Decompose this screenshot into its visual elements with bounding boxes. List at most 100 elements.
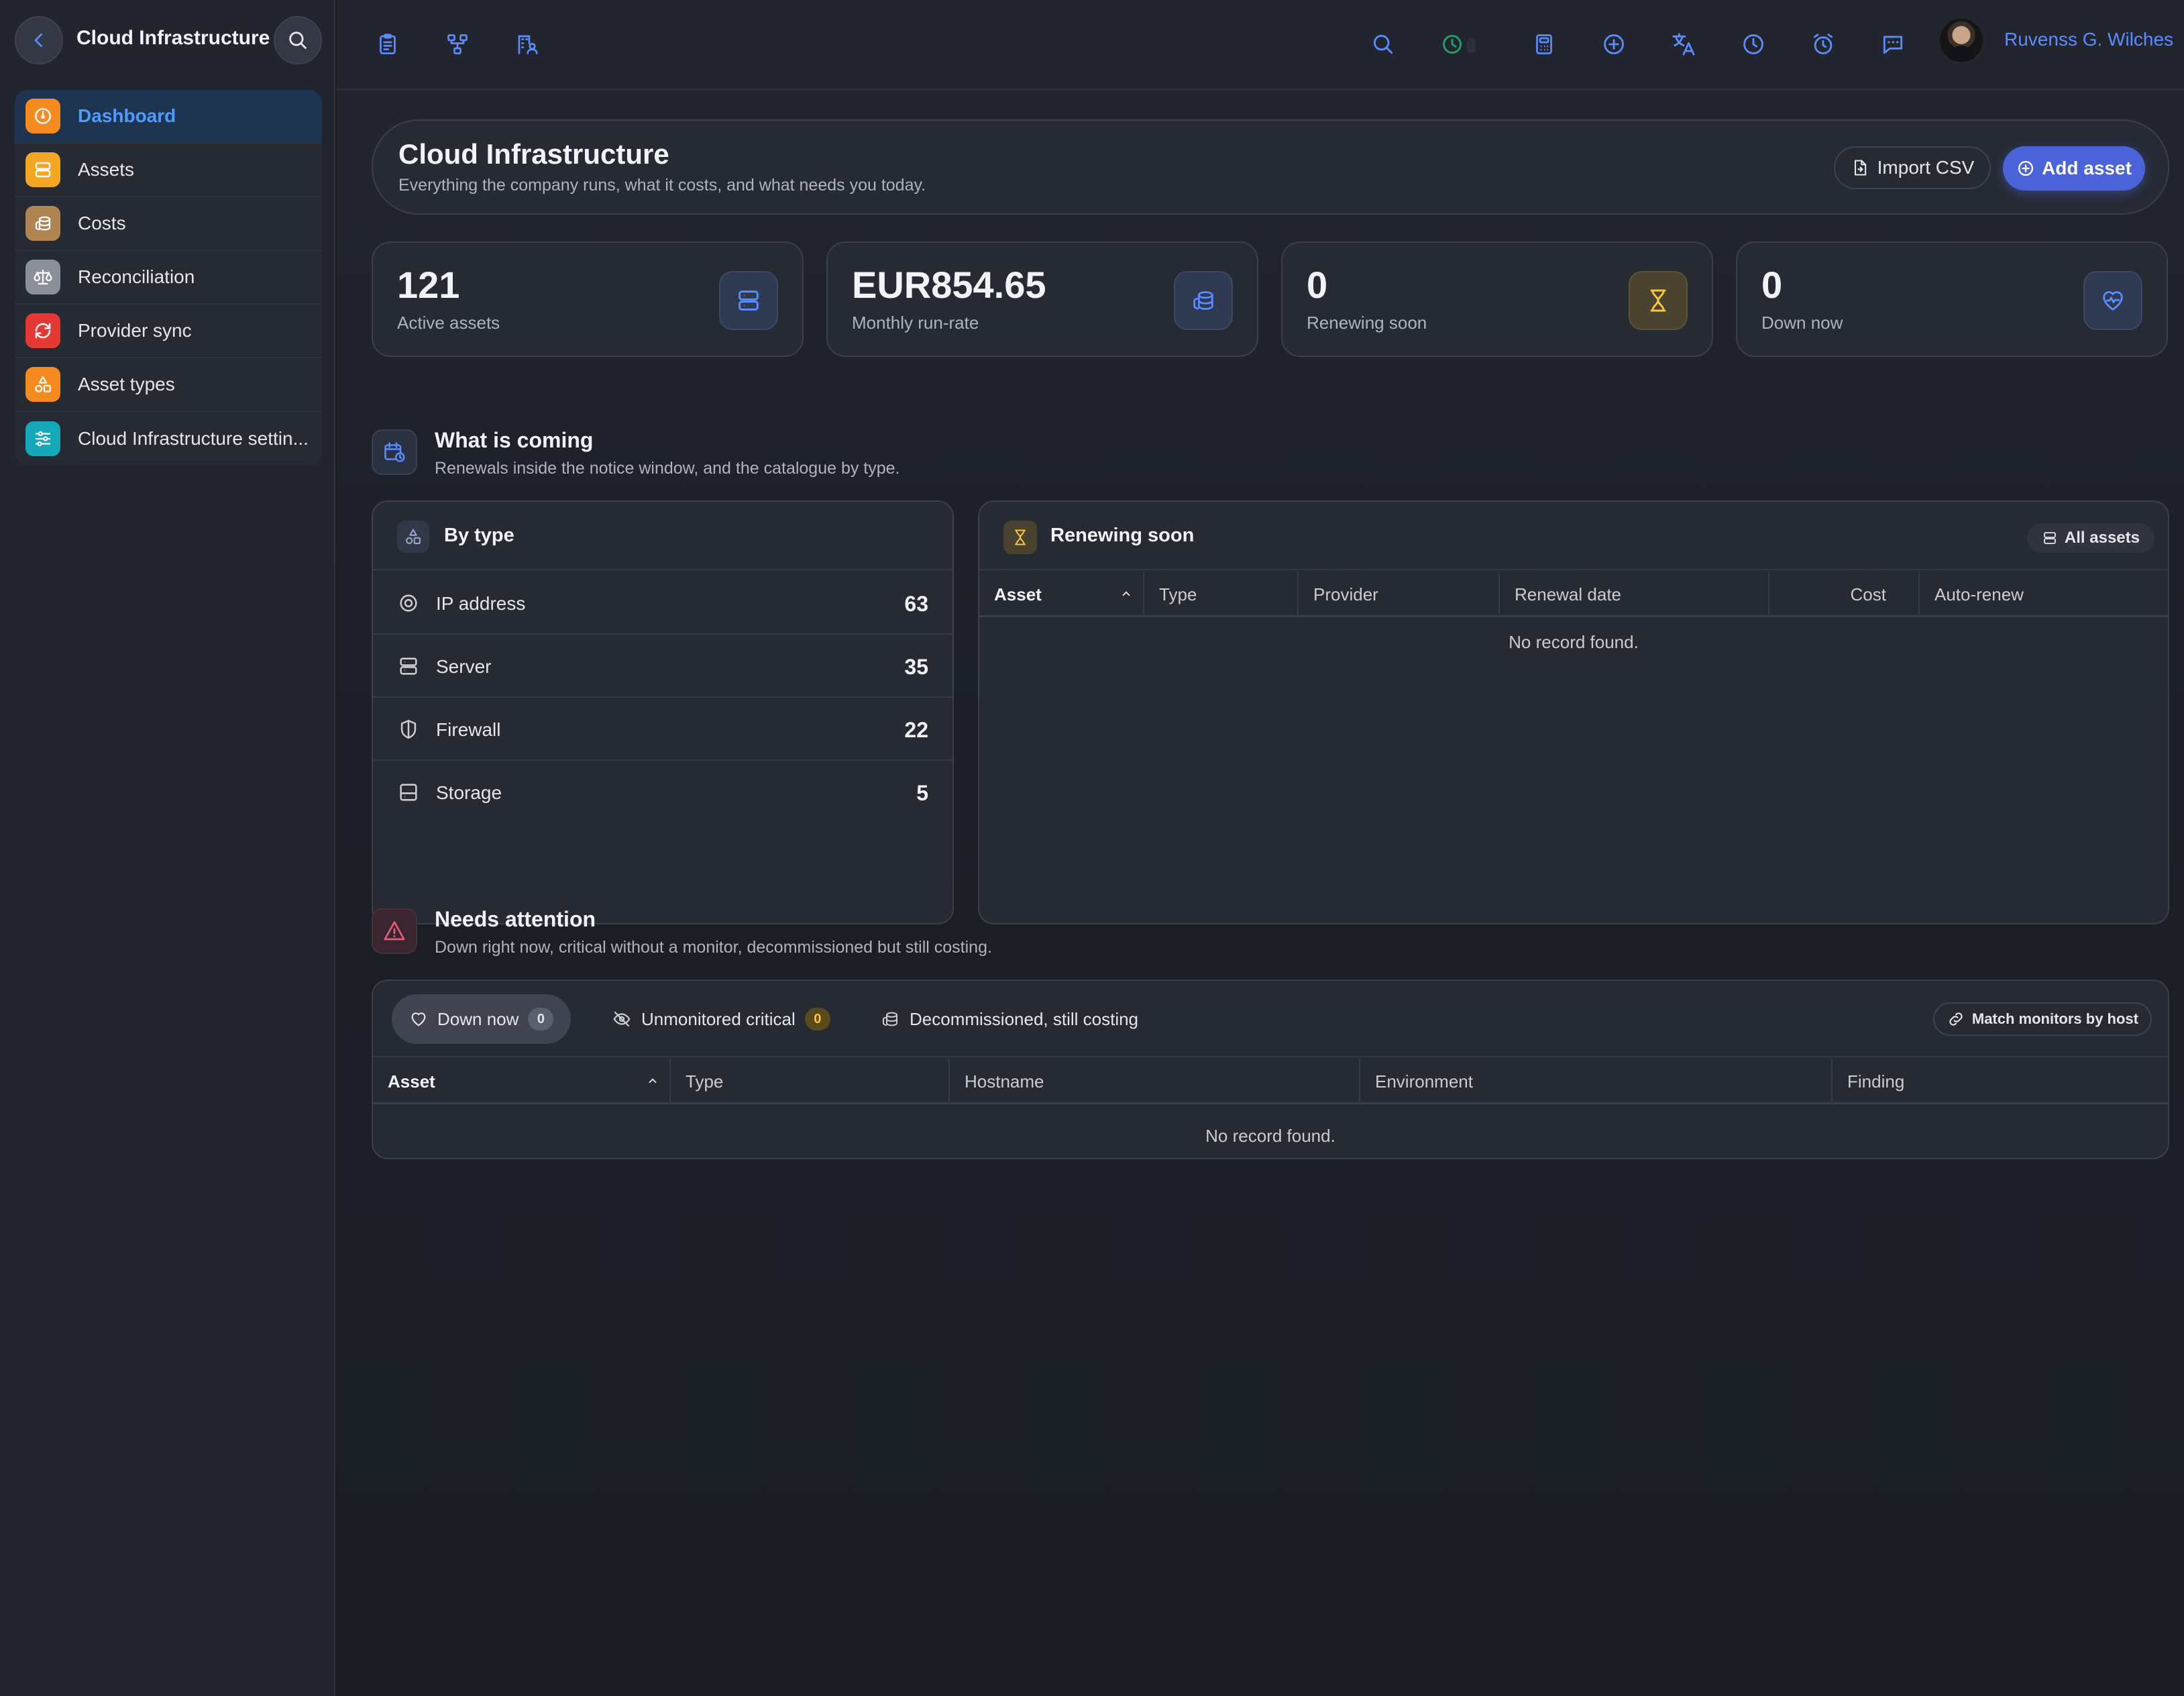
- storage-icon: [400, 784, 417, 801]
- server-icon: [400, 657, 417, 675]
- stat-value: 0: [1307, 264, 1328, 306]
- sidebar-item-assets[interactable]: Assets: [15, 144, 322, 197]
- needs-attention-card: Down now 0 Unmonitored critical 0 Decomm…: [372, 979, 2169, 1159]
- type-label: Firewall: [436, 719, 501, 740]
- stat-value: 121: [397, 264, 460, 306]
- type-count: 63: [904, 592, 928, 616]
- shield-icon: [400, 719, 417, 739]
- type-label: Storage: [436, 782, 502, 803]
- sidebar-item-label: Dashboard: [78, 105, 176, 126]
- sidebar-title: Cloud Infrastructure: [76, 27, 270, 49]
- sidebar-item-provider-sync[interactable]: Provider sync: [15, 305, 322, 358]
- renewing-soon-header: Renewing soon All assets: [979, 502, 2168, 570]
- sidebar-item-asset-types[interactable]: Asset types: [15, 358, 322, 412]
- link-icon: [1949, 1012, 1963, 1026]
- by-type-card: By type IP address 63 Server 35 Firewall…: [372, 500, 954, 924]
- translate-icon[interactable]: [1666, 27, 1701, 62]
- server-icon: [25, 152, 60, 187]
- column-header-asset[interactable]: Asset: [979, 572, 1144, 617]
- stat-label: Down now: [1761, 313, 1843, 333]
- column-header-auto-renew[interactable]: Auto-renew: [1920, 572, 2168, 617]
- sidebar-item-dashboard[interactable]: Dashboard: [15, 90, 322, 144]
- all-assets-button[interactable]: All assets: [2026, 523, 2154, 553]
- import-csv-button[interactable]: Import CSV: [1834, 146, 1991, 189]
- list-item[interactable]: Storage 5: [373, 761, 952, 824]
- type-count: 35: [904, 655, 928, 679]
- shapes-icon: [397, 521, 429, 553]
- section-subtitle: Down right now, critical without a monit…: [435, 938, 992, 957]
- section-title: Needs attention: [435, 907, 596, 931]
- column-header-finding[interactable]: Finding: [1833, 1059, 2168, 1104]
- tab-decommissioned[interactable]: Decommissioned, still costing: [863, 994, 1156, 1044]
- tab-label: Decommissioned, still costing: [910, 1008, 1139, 1029]
- column-header-renewal-date[interactable]: Renewal date: [1500, 572, 1769, 617]
- sidebar: Cloud Infrastructure Dashboard Assets Co…: [0, 0, 335, 1696]
- building-user-icon[interactable]: [510, 27, 545, 62]
- sliders-icon: [25, 421, 60, 456]
- by-type-header: By type: [373, 502, 952, 570]
- hierarchy-icon[interactable]: [440, 27, 475, 62]
- plus-circle-icon[interactable]: [1596, 27, 1631, 62]
- add-asset-label: Add asset: [2042, 158, 2132, 178]
- tab-unmonitored-critical[interactable]: Unmonitored critical 0: [594, 994, 848, 1044]
- main-content: Cloud Infrastructure Everything the comp…: [337, 90, 2184, 1696]
- clipboard-icon[interactable]: [370, 27, 405, 62]
- column-header-environment[interactable]: Environment: [1360, 1059, 1833, 1104]
- column-header-type[interactable]: Type: [671, 1059, 950, 1104]
- shapes-icon: [25, 367, 60, 402]
- column-label: Auto-renew: [1934, 584, 2024, 604]
- target-icon: [400, 594, 417, 612]
- match-monitors-button[interactable]: Match monitors by host: [1932, 1002, 2152, 1036]
- sidebar-menu: Dashboard Assets Costs Reconciliation Pr…: [15, 90, 322, 466]
- coins-icon: [1174, 271, 1233, 330]
- calendar-clock-icon: [372, 429, 417, 475]
- sidebar-item-reconciliation[interactable]: Reconciliation: [15, 251, 322, 305]
- stat-value: EUR854.65: [852, 264, 1046, 306]
- sidebar-item-label: Provider sync: [78, 320, 192, 341]
- tab-label: Down now: [437, 1008, 519, 1029]
- stat-card-active-assets: 121 Active assets: [372, 242, 804, 357]
- clock-icon[interactable]: [1736, 27, 1771, 62]
- sidebar-item-label: Costs: [78, 213, 126, 233]
- chat-icon[interactable]: [1875, 27, 1910, 62]
- scale-icon: [25, 260, 60, 295]
- list-item[interactable]: Server 35: [373, 635, 952, 698]
- warning-icon: [372, 908, 417, 954]
- calculator-icon[interactable]: [1527, 27, 1562, 62]
- timer-icon[interactable]: [1435, 27, 1496, 62]
- add-asset-button[interactable]: Add asset: [2003, 146, 2145, 191]
- tab-label: Unmonitored critical: [641, 1008, 796, 1029]
- stat-card-down-now: 0 Down now: [1736, 242, 2168, 357]
- column-label: Hostname: [965, 1071, 1044, 1092]
- type-count: 22: [904, 718, 928, 742]
- table-header: Asset Type Provider Renewal date Cost Au…: [979, 572, 2168, 617]
- sync-icon: [25, 313, 60, 348]
- sidebar-item-costs[interactable]: Costs: [15, 197, 322, 251]
- attention-tabs: Down now 0 Unmonitored critical 0 Decomm…: [373, 981, 2168, 1057]
- list-item[interactable]: Firewall 22: [373, 698, 952, 761]
- user-name[interactable]: Ruvenss G. Wilches: [2004, 29, 2173, 50]
- page-header: Cloud Infrastructure Everything the comp…: [372, 119, 2169, 215]
- tab-down-now[interactable]: Down now 0: [392, 994, 571, 1044]
- type-label: IP address: [436, 593, 526, 614]
- column-header-type[interactable]: Type: [1144, 572, 1299, 617]
- column-header-asset[interactable]: Asset: [373, 1059, 671, 1104]
- avatar[interactable]: [1940, 19, 1983, 62]
- empty-state: No record found.: [1205, 1126, 1335, 1146]
- chevron-left-icon: [34, 33, 43, 48]
- list-item[interactable]: IP address 63: [373, 572, 952, 635]
- column-label: Provider: [1313, 584, 1378, 604]
- column-label: Type: [686, 1071, 724, 1092]
- sidebar-item-settings[interactable]: Cloud Infrastructure settin...: [15, 412, 322, 466]
- back-button[interactable]: [15, 16, 63, 64]
- alarm-icon[interactable]: [1806, 27, 1841, 62]
- column-label: Renewal date: [1515, 584, 1621, 604]
- table-header: Asset Type Hostname Environment Finding: [373, 1059, 2168, 1104]
- column-header-hostname[interactable]: Hostname: [950, 1059, 1360, 1104]
- sidebar-item-label: Cloud Infrastructure settin...: [78, 428, 309, 449]
- coins-icon: [883, 1012, 897, 1026]
- column-header-provider[interactable]: Provider: [1299, 572, 1500, 617]
- sidebar-search-button[interactable]: [274, 16, 322, 64]
- search-icon[interactable]: [1366, 27, 1401, 62]
- column-header-cost[interactable]: Cost: [1769, 572, 1920, 617]
